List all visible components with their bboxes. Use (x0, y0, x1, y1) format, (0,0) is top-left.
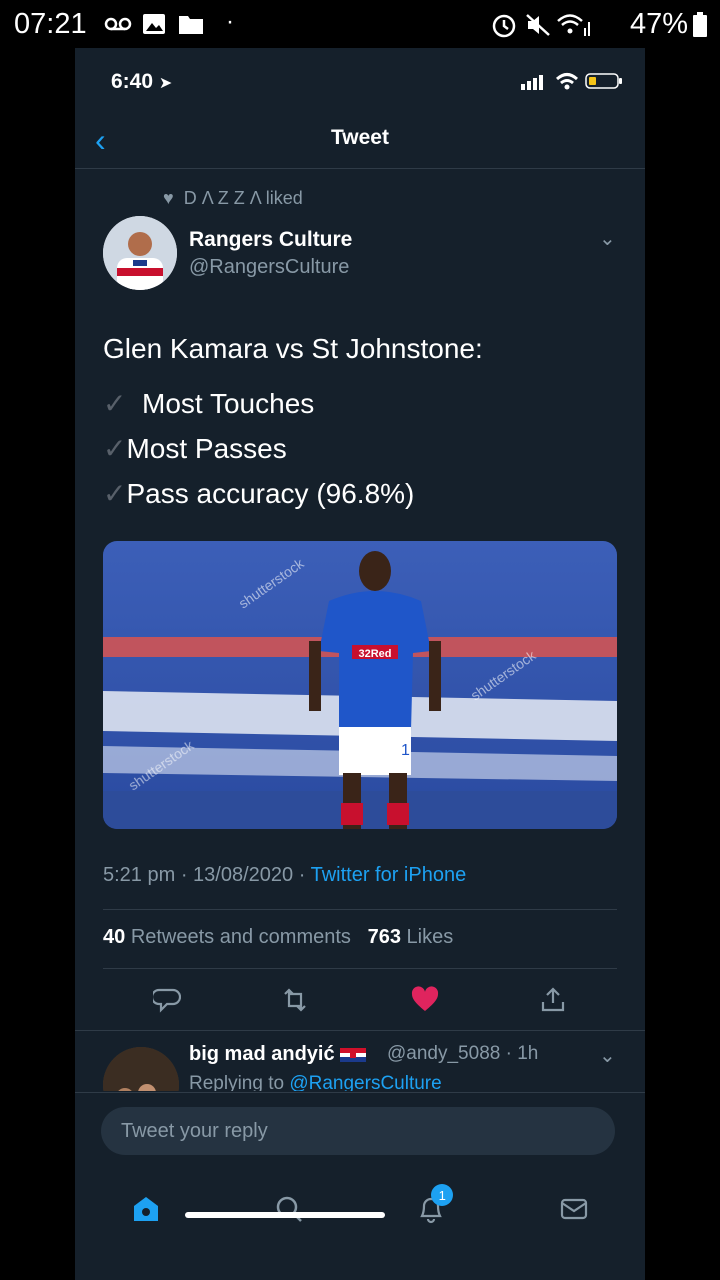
top-navigation-bar: ‹ Tweet (75, 112, 645, 169)
tweet-metadata: 5:21 pm · 13/08/2020 · Twitter for iPhon… (103, 864, 467, 886)
replying-to-link[interactable]: @RangersCulture (289, 1073, 441, 1091)
tweet-media-image[interactable]: 32Red 1 shutterstock shutterstock shutte… (103, 541, 617, 829)
tweet-stats: 40 Retweets and comments 763 Likes (103, 926, 453, 949)
gallery-icon (143, 14, 165, 34)
tab-messages[interactable] (544, 1184, 604, 1234)
cellular-signal-icon (521, 75, 543, 90)
share-icon[interactable] (539, 986, 567, 1014)
divider (103, 968, 617, 969)
mail-icon (560, 1198, 587, 1220)
tweet-text: Glen Kamara vs St Johnstone: ✓ Most Touc… (103, 326, 623, 516)
android-clock: 07:21 (14, 8, 87, 40)
avatar[interactable] (103, 216, 177, 290)
wifi-icon (555, 73, 579, 90)
checkmark-icon: ✓ (103, 433, 127, 464)
notification-dot-icon: · (226, 8, 234, 35)
tweet-actions (103, 980, 617, 1020)
tweet-headline: Glen Kamara vs St Johnstone: (103, 333, 483, 364)
reply-avatar-photo (103, 1047, 179, 1091)
reply-avatar[interactable] (103, 1047, 179, 1091)
mute-icon (526, 14, 550, 36)
social-context: ♥ D Λ Z Z Λ liked (163, 188, 303, 208)
android-status-bar: 07:21 · 47% (0, 0, 720, 48)
tab-search[interactable] (259, 1184, 319, 1234)
twitter-app-screenshot: 6:40 ➤ ‹ Tweet ♥ D Λ Z Z Λ liked Rangers… (75, 48, 645, 1280)
reply-input[interactable] (101, 1107, 615, 1155)
shirt-sponsor: 32Red (358, 648, 391, 660)
battery-percent: 47% (630, 8, 689, 40)
location-arrow-icon: ➤ (158, 75, 173, 92)
notification-badge: 1 (431, 1184, 454, 1206)
replying-to: Replying to @RangersCulture (189, 1073, 442, 1091)
voicemail-icon (104, 17, 132, 31)
ios-clock: 6:40 ➤ (111, 70, 173, 93)
retweets-stat[interactable]: 40 Retweets and comments (103, 926, 351, 948)
croatia-flag-icon (340, 1047, 367, 1062)
search-icon (276, 1196, 302, 1222)
wifi-signal-icon (557, 14, 590, 36)
tab-home[interactable] (116, 1184, 176, 1234)
battery-icon (693, 12, 707, 37)
likes-stat[interactable]: 763 Likes (368, 926, 454, 948)
heart-small-icon: ♥ (163, 188, 174, 208)
retweet-icon[interactable] (280, 986, 310, 1014)
player-photo: 32Red 1 shutterstock shutterstock shutte… (103, 541, 617, 829)
folder-icon (179, 16, 203, 34)
divider (103, 909, 617, 910)
author-handle[interactable]: @RangersCulture (189, 256, 349, 279)
ios-battery-icon (585, 73, 622, 89)
chevron-down-icon[interactable]: ⌄ (599, 226, 616, 251)
checklist-item: ✓Most Passes (103, 433, 287, 464)
reply-tweet[interactable]: big mad andyić @andy_5088 · 1h Replying … (75, 1030, 645, 1091)
home-indicator[interactable] (185, 1212, 385, 1218)
source-link[interactable]: Twitter for iPhone (311, 864, 467, 886)
chevron-down-icon[interactable]: ⌄ (599, 1043, 616, 1068)
bottom-tab-bar: 1 (75, 1179, 645, 1239)
reply-author-name[interactable]: big mad andyić (189, 1043, 367, 1066)
avatar-photo (103, 216, 177, 290)
page-title: Tweet (331, 126, 389, 149)
tab-notifications[interactable]: 1 (401, 1184, 461, 1234)
checkmark-icon: ✓ (103, 478, 127, 509)
alarm-icon (492, 14, 516, 38)
checklist-item: ✓ Most Touches (103, 388, 315, 419)
like-heart-icon[interactable] (410, 986, 440, 1014)
home-icon (134, 1197, 159, 1221)
checkmark-icon: ✓ (103, 388, 127, 419)
reply-icon[interactable] (152, 986, 181, 1014)
shirt-number: 1 (401, 742, 410, 759)
compose-bar: 1 (75, 1092, 645, 1280)
checklist-item: ✓Pass accuracy (96.8%) (103, 478, 415, 509)
author-name[interactable]: Rangers Culture (189, 228, 352, 252)
reply-handle[interactable]: @andy_5088 · 1h (387, 1043, 538, 1065)
